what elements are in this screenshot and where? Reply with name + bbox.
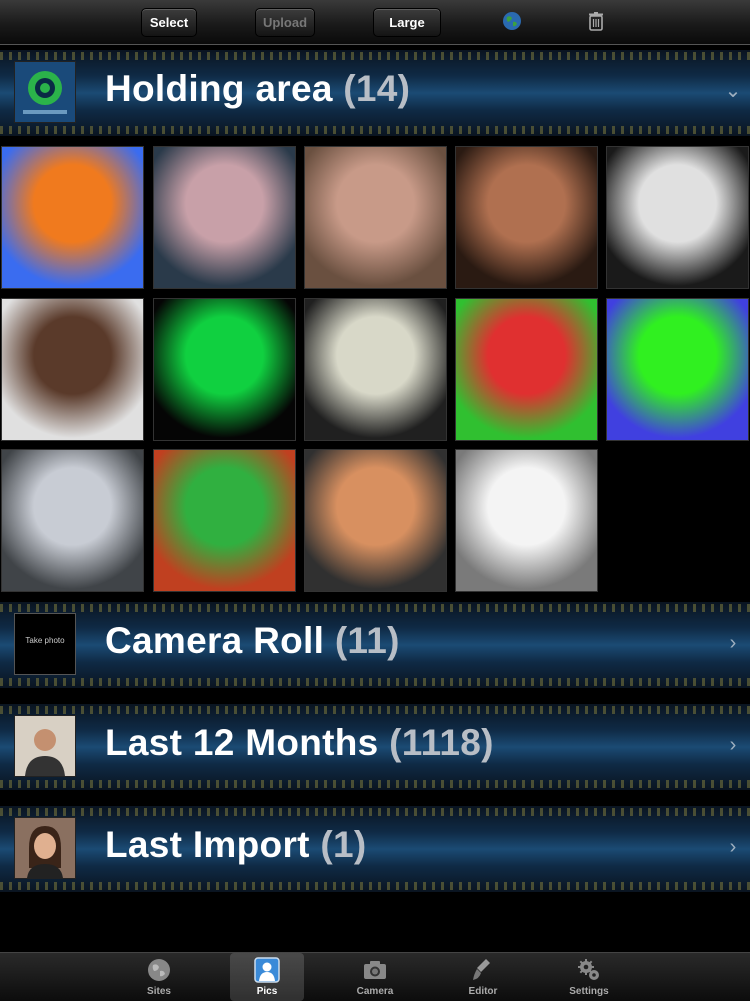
tab-label: Pics	[256, 986, 278, 997]
film-perforation	[0, 706, 750, 714]
film-perforation	[0, 52, 750, 60]
album-title: Last 12 Months (1118)	[105, 722, 494, 764]
film-perforation	[0, 126, 750, 134]
album-title: Holding area (14)	[105, 68, 410, 110]
tab-bar: Sites Pics Camera Editor Settings	[0, 952, 750, 1001]
tab-label: Sites	[147, 986, 171, 997]
upload-button[interactable]: Upload	[255, 8, 315, 37]
film-perforation	[0, 678, 750, 686]
film-perforation	[0, 780, 750, 788]
last-12-months-thumb	[14, 715, 76, 777]
top-toolbar: Select Upload Large	[0, 0, 750, 45]
album-name: Camera Roll	[105, 620, 325, 661]
film-perforation	[0, 882, 750, 890]
brush-icon	[473, 959, 490, 980]
gears-icon	[578, 959, 599, 980]
photo-thumbnail[interactable]	[304, 449, 447, 592]
album-holding-area[interactable]: Holding area (14) ⌄	[0, 50, 750, 136]
last-import-thumb	[14, 817, 76, 879]
album-count: (11)	[334, 620, 400, 661]
trash-icon[interactable]	[585, 10, 607, 32]
camera-icon	[364, 961, 386, 979]
select-button[interactable]: Select	[141, 8, 197, 37]
album-last-12-months[interactable]: Last 12 Months (1118) ›	[0, 704, 750, 790]
photo-thumbnail[interactable]	[304, 298, 447, 441]
album-title: Camera Roll (11)	[105, 620, 400, 662]
photo-thumbnail[interactable]	[153, 146, 296, 289]
thumb-caption: Take photo	[25, 636, 65, 645]
album-count: (14)	[343, 68, 411, 109]
photo-thumbnail[interactable]	[606, 146, 749, 289]
album-name: Last 12 Months	[105, 722, 379, 763]
photo-thumbnail[interactable]	[455, 146, 598, 289]
tab-label: Settings	[569, 986, 609, 997]
chevron-right-icon[interactable]: ›	[724, 734, 742, 756]
photo-thumbnail[interactable]	[455, 298, 598, 441]
tab-editor[interactable]: Editor	[446, 953, 520, 1001]
tab-pics[interactable]: Pics	[230, 953, 304, 1001]
photo-thumbnail[interactable]	[304, 146, 447, 289]
tab-label: Editor	[468, 986, 498, 997]
globe-icon	[148, 959, 170, 981]
tab-camera[interactable]: Camera	[338, 953, 412, 1001]
chevron-right-icon[interactable]: ›	[724, 632, 742, 654]
tab-label: Camera	[356, 986, 394, 997]
globe-icon[interactable]	[501, 10, 523, 32]
person-icon	[254, 957, 280, 983]
tab-settings[interactable]: Settings	[552, 953, 626, 1001]
film-perforation	[0, 604, 750, 612]
tab-sites[interactable]: Sites	[122, 953, 196, 1001]
holding-area-logo	[14, 61, 76, 123]
album-last-import[interactable]: Last Import (1) ›	[0, 806, 750, 892]
photo-grid	[0, 146, 750, 596]
photo-thumbnail[interactable]	[606, 298, 749, 441]
album-camera-roll[interactable]: Take photo Camera Roll (11) ›	[0, 602, 750, 688]
album-count: (1118)	[389, 722, 494, 763]
photo-thumbnail[interactable]	[153, 449, 296, 592]
photo-thumbnail[interactable]	[455, 449, 598, 592]
photo-thumbnail[interactable]	[1, 449, 144, 592]
chevron-down-icon[interactable]: ⌄	[724, 80, 742, 102]
photo-thumbnail[interactable]	[1, 298, 144, 441]
photo-thumbnail[interactable]	[1, 146, 144, 289]
album-title: Last Import (1)	[105, 824, 366, 866]
photo-thumbnail[interactable]	[153, 298, 296, 441]
album-count: (1)	[320, 824, 367, 865]
film-perforation	[0, 808, 750, 816]
chevron-right-icon[interactable]: ›	[724, 836, 742, 858]
camera-roll-thumb: Take photo	[14, 613, 76, 675]
album-name: Holding area	[105, 68, 333, 109]
album-name: Last Import	[105, 824, 310, 865]
size-button[interactable]: Large	[373, 8, 441, 37]
